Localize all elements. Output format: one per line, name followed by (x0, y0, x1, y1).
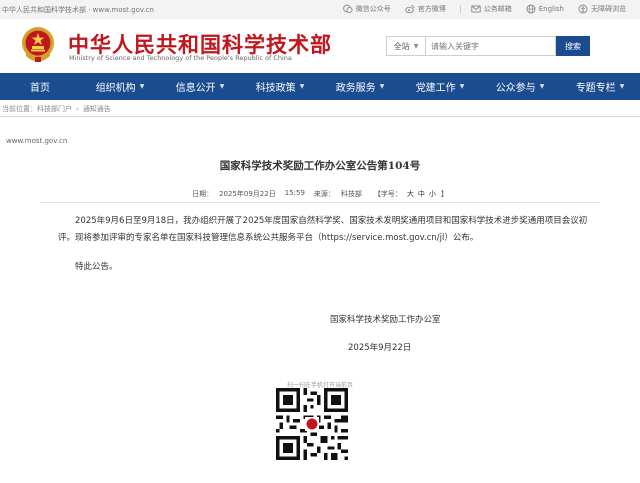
search-button[interactable]: 搜索 (556, 36, 590, 56)
breadcrumb: 当前位置： 科技部门户 › 通知通告 (0, 102, 640, 115)
accessibility-icon (578, 4, 588, 14)
breadcrumb-portal-link[interactable]: 科技部门户 (37, 104, 72, 114)
national-emblem-icon[interactable] (20, 25, 56, 63)
topbar-site-name: 中华人民共和国科学技术部 · www.most.gov.cn (2, 6, 154, 14)
nav-item-party[interactable]: 党建工作 ▼ (400, 73, 480, 100)
weibo-label: 官方微博 (417, 5, 446, 13)
breadcrumb-divider (0, 116, 640, 117)
search-bar: 全站 ▼ 搜索 (386, 36, 596, 56)
article-date: 2025年09月22日 (219, 190, 276, 198)
article-paragraph-2: 特此公告。 (75, 262, 118, 272)
nav-item-public[interactable]: 公众参与 ▼ (480, 73, 560, 100)
weibo-icon (404, 5, 415, 14)
mail-label: 公务邮箱 (483, 5, 512, 13)
article-paragraph-1: 2025年9月6日至9月18日，我办组织开展了2025年度国家自然科学奖、国家技… (58, 216, 588, 243)
accessibility-link[interactable]: 无障碍浏览 (578, 4, 626, 14)
article-meta: 日期： 2025年09月22日 15:59 来源： 科技部 【字号： 大中小】 (0, 189, 640, 199)
nav-item-label: 首页 (30, 83, 50, 94)
chevron-down-icon: ▼ (459, 83, 465, 90)
chevron-down-icon: ▼ (539, 83, 545, 90)
nav-item-label: 组织机构 (95, 83, 136, 94)
weibo-link[interactable]: 官方微博 (404, 4, 446, 14)
breadcrumb-notices-link[interactable]: 通知通告 (83, 104, 111, 114)
nav-item-label: 专题专栏 (575, 83, 616, 94)
wechat-icon (342, 4, 353, 14)
main-nav: 首页 组织机构 ▼ 信息公开 ▼ 科技政策 ▼ 政务服务 ▼ 党建工作 ▼ 公众参与 ▼ 专… (0, 73, 640, 100)
nav-item-label: 公众参与 (495, 83, 536, 94)
font-size-label: 【字号： (373, 190, 402, 198)
globe-icon (526, 4, 536, 14)
nav-item-organization[interactable]: 组织机构 ▼ (80, 73, 160, 100)
nav-item-policy[interactable]: 科技政策 ▼ (240, 73, 320, 100)
article-time: 15:59 (284, 189, 305, 197)
chevron-down-icon: ▼ (413, 42, 419, 50)
chevron-down-icon: ▼ (619, 83, 625, 90)
search-scope-label: 全站 (393, 41, 410, 51)
nav-item-label: 科技政策 (255, 83, 296, 94)
font-size-large[interactable]: 大 (407, 190, 414, 198)
search-scope-select[interactable]: 全站 ▼ (386, 36, 426, 56)
topbar-divider (459, 5, 461, 13)
font-size-medium[interactable]: 中 (418, 190, 425, 198)
signature-organization: 国家科学技术奖励工作办公室 (330, 315, 441, 325)
breadcrumb-prefix: 当前位置： (2, 104, 37, 113)
nav-item-label: 信息公开 (175, 83, 216, 94)
mail-link[interactable]: 公务邮箱 (471, 4, 512, 14)
site-subtitle: Ministry of Science and Technology of th… (69, 54, 292, 62)
font-size-end: 】 (440, 190, 448, 198)
wechat-label: 微信公众号 (355, 5, 391, 13)
site-url-watermark: www.most.gov.cn (6, 137, 68, 145)
mail-icon (471, 5, 481, 13)
chevron-right-icon: › (76, 104, 79, 113)
qr-code-icon (276, 388, 348, 460)
topbar-links: 微信公众号 官方微博 公务邮箱 English 无障碍浏览 (342, 4, 640, 14)
wechat-link[interactable]: 微信公众号 (342, 4, 391, 14)
english-label: English (538, 5, 564, 13)
nav-item-information[interactable]: 信息公开 ▼ (160, 73, 240, 100)
article-paragraph: 2025年9月6日至9月18日，我办组织开展了2025年度国家自然科学奖、国家技… (58, 213, 588, 247)
source-label: 来源： (313, 190, 335, 198)
chevron-down-icon: ▼ (139, 83, 145, 90)
article-title: 国家科学技术奖励工作办公室公告第104号 (219, 160, 421, 172)
chevron-down-icon: ▼ (379, 83, 385, 90)
accessibility-label: 无障碍浏览 (591, 5, 626, 13)
article-paragraph: 特此公告。 (58, 259, 588, 276)
english-link[interactable]: English (526, 4, 564, 14)
article-source: 科技部 (340, 190, 362, 198)
meta-divider (40, 202, 600, 203)
search-input[interactable] (426, 36, 556, 56)
date-label: 日期： (192, 190, 214, 198)
top-utility-bar: 中华人民共和国科学技术部 · www.most.gov.cn 微信公众号 官方微… (0, 0, 640, 19)
signature-date: 2025年9月22日 (348, 343, 412, 353)
nav-item-home[interactable]: 首页 (0, 73, 80, 100)
nav-item-label: 政务服务 (335, 83, 376, 94)
nav-item-label: 党建工作 (415, 83, 456, 94)
font-size-small[interactable]: 小 (429, 190, 436, 198)
site-header: 中华人民共和国科学技术部 Ministry of Science and Tec… (0, 19, 640, 73)
chevron-down-icon: ▼ (299, 83, 305, 90)
nav-item-topics[interactable]: 专题专栏 ▼ (560, 73, 640, 100)
chevron-down-icon: ▼ (219, 83, 225, 90)
nav-item-services[interactable]: 政务服务 ▼ (320, 73, 400, 100)
